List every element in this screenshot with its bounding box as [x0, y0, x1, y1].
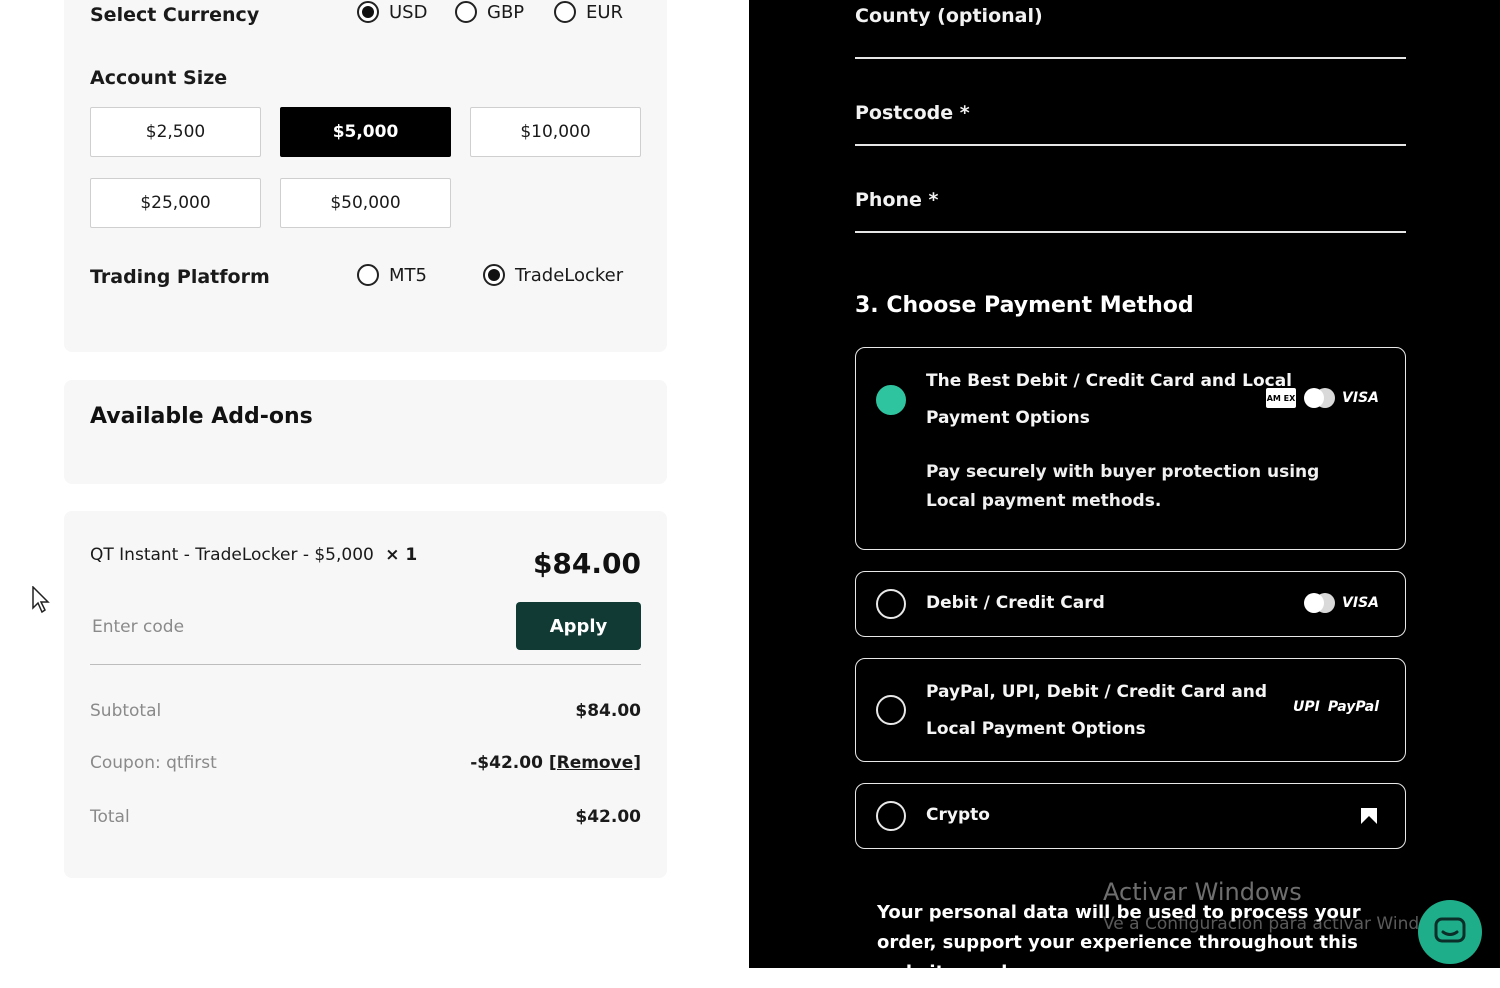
- size-10000-button[interactable]: $10,000: [470, 107, 641, 157]
- size-25000-button[interactable]: $25,000: [90, 178, 261, 228]
- payment-option-local-description: Pay securely with buyer protection using…: [926, 462, 1320, 511]
- remove-coupon-link[interactable]: [Remove]: [549, 753, 641, 773]
- payment-option-local-title: The Best Debit / Credit Card and Local P…: [926, 363, 1292, 437]
- coupon-code-input[interactable]: [90, 604, 494, 650]
- radio-checked-icon: [876, 385, 906, 415]
- radio-unchecked-icon: [554, 1, 576, 23]
- coupon-discount-value: -$42.00: [470, 753, 543, 773]
- payment-option-crypto-title: Crypto: [926, 805, 990, 825]
- payment-option-card-title: Debit / Credit Card: [926, 593, 1105, 613]
- currency-eur-label: EUR: [586, 1, 624, 23]
- payment-section-title: 3. Choose Payment Method: [855, 293, 1194, 318]
- crypto-icon: [1361, 808, 1377, 824]
- radio-unchecked-icon: [876, 589, 906, 619]
- chat-launcher-button[interactable]: [1418, 900, 1482, 964]
- coupon-label: Coupon: qtfirst: [90, 753, 217, 773]
- order-panel: Select Currency USD GBP EUR Account Size…: [0, 0, 749, 968]
- privacy-consent-text: Your personal data will be used to proce…: [877, 902, 1361, 983]
- payment-option-local[interactable]: The Best Debit / Credit Card and Local P…: [855, 347, 1406, 550]
- challenge-config-card: Select Currency USD GBP EUR Account Size…: [64, 0, 667, 352]
- apply-coupon-button[interactable]: Apply: [516, 602, 641, 650]
- select-currency-label: Select Currency: [90, 4, 260, 26]
- county-label: County (optional): [855, 5, 1043, 27]
- mastercard-icon: [1304, 593, 1336, 613]
- account-size-label: Account Size: [90, 67, 228, 89]
- currency-usd-radio[interactable]: USD: [357, 1, 427, 23]
- currency-eur-radio[interactable]: EUR: [554, 1, 623, 23]
- currency-usd-label: USD: [389, 1, 428, 23]
- payment-option-local-title-line2: Payment Options: [926, 408, 1090, 428]
- order-summary-card: QT Instant - TradeLocker - $5,000 × 1 $8…: [64, 511, 667, 878]
- phone-field[interactable]: Phone *: [855, 177, 1406, 233]
- amex-icon: AM EX: [1266, 388, 1297, 408]
- product-line: QT Instant - TradeLocker - $5,000 × 1: [90, 545, 417, 565]
- phone-label: Phone *: [855, 189, 939, 211]
- radio-unchecked-icon: [357, 264, 379, 286]
- wallet-brand-icons: UPI PayPal: [1293, 699, 1379, 715]
- radio-unchecked-icon: [876, 801, 906, 831]
- addons-title: Available Add-ons: [90, 404, 313, 429]
- payment-option-crypto[interactable]: Crypto: [855, 783, 1406, 849]
- payment-option-paypal[interactable]: PayPal, UPI, Debit / Credit Card and Loc…: [855, 658, 1406, 762]
- chat-icon: [1434, 917, 1466, 943]
- subtotal-value: $84.00: [575, 701, 641, 721]
- radio-unchecked-icon: [455, 1, 477, 23]
- county-field[interactable]: County (optional): [855, 0, 1406, 59]
- windows-activation-title: Activar Windows: [1103, 878, 1302, 906]
- subtotal-label: Subtotal: [90, 701, 162, 721]
- product-price: $84.00: [532, 547, 641, 580]
- payment-option-local-title-line1: The Best Debit / Credit Card and Local: [926, 371, 1293, 391]
- summary-divider: [90, 664, 641, 665]
- radio-checked-icon: [483, 264, 505, 286]
- product-name: QT Instant - TradeLocker - $5,000: [90, 545, 374, 565]
- payment-option-paypal-title: PayPal, UPI, Debit / Credit Card and Loc…: [926, 674, 1267, 748]
- platform-mt5-radio[interactable]: MT5: [357, 264, 427, 286]
- coupon-row-value: -$42.00 [Remove]: [470, 753, 641, 773]
- mastercard-icon: [1304, 388, 1336, 408]
- card-brand-icons: AM EX VISA: [1266, 388, 1379, 408]
- payment-option-paypal-title-line1: PayPal, UPI, Debit / Credit Card and: [926, 682, 1268, 702]
- visa-icon: VISA: [1342, 390, 1379, 406]
- payment-option-paypal-title-line2: Local Payment Options: [926, 719, 1146, 739]
- checkout-form-panel: County (optional) Postcode * Phone * 3. …: [749, 0, 1500, 983]
- radio-checked-icon: [357, 1, 379, 23]
- visa-icon: VISA: [1342, 595, 1379, 611]
- product-quantity: × 1: [385, 545, 418, 565]
- trading-platform-label: Trading Platform: [90, 266, 270, 288]
- upi-icon: UPI: [1293, 699, 1320, 715]
- currency-gbp-label: GBP: [487, 1, 525, 23]
- paypal-icon: PayPal: [1327, 699, 1379, 715]
- platform-tradelocker-radio[interactable]: TradeLocker: [483, 264, 623, 286]
- payment-option-card[interactable]: Debit / Credit Card VISA: [855, 571, 1406, 637]
- size-50000-button[interactable]: $50,000: [280, 178, 451, 228]
- size-5000-button[interactable]: $5,000: [280, 107, 451, 157]
- size-2500-button[interactable]: $2,500: [90, 107, 261, 157]
- currency-gbp-radio[interactable]: GBP: [455, 1, 524, 23]
- platform-tradelocker-label: TradeLocker: [515, 264, 624, 286]
- platform-mt5-label: MT5: [389, 264, 427, 286]
- total-label: Total: [90, 807, 130, 827]
- postcode-field[interactable]: Postcode *: [855, 90, 1406, 146]
- total-value: $42.00: [575, 807, 641, 827]
- card-brand-icons: VISA: [1304, 593, 1379, 613]
- windows-activation-subtitle: Ve a Configuración para activar Windows.: [1103, 914, 1458, 934]
- crypto-icons: [1359, 806, 1379, 826]
- radio-unchecked-icon: [876, 695, 906, 725]
- addons-card: Available Add-ons: [64, 380, 667, 484]
- postcode-label: Postcode *: [855, 102, 970, 124]
